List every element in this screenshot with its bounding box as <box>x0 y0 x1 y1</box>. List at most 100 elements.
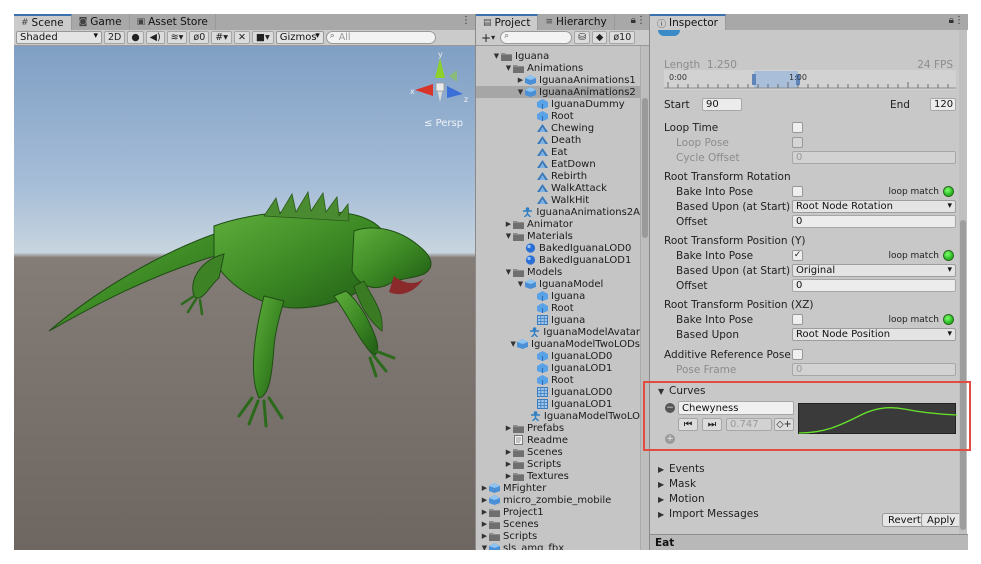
triangle-right-icon[interactable]: ▶ <box>480 484 489 492</box>
tree-item[interactable]: Iguana <box>476 290 640 302</box>
tree-item[interactable]: IguanaLOD1 <box>476 362 640 374</box>
tree-item[interactable]: Readme <box>476 434 640 446</box>
pose-frame-field[interactable]: 0 <box>792 363 956 376</box>
tree-item[interactable]: EatDown <box>476 158 640 170</box>
tree-item[interactable]: IguanaLOD0 <box>476 350 640 362</box>
triangle-right-icon[interactable]: ▶ <box>480 520 489 528</box>
tab-game[interactable]: ◙ Game <box>72 14 130 30</box>
tree-item[interactable]: BakedIguanaLOD1 <box>476 254 640 266</box>
motion-foldout[interactable]: ▶ Motion <box>658 492 705 506</box>
tree-item[interactable]: Root <box>476 302 640 314</box>
additive-pose-checkbox[interactable] <box>792 349 803 360</box>
posy-bake-checkbox[interactable]: ✓ <box>792 250 803 261</box>
grid-dropdown[interactable]: #▾ <box>211 31 232 44</box>
triangle-right-icon[interactable]: ▶ <box>504 472 513 480</box>
triangle-right-icon[interactable]: ▶ <box>516 76 525 84</box>
tree-item[interactable]: Root <box>476 110 640 122</box>
tree-item[interactable]: Iguana <box>476 314 640 326</box>
more-vertical-icon[interactable]: ⋮ <box>461 15 471 26</box>
tree-item[interactable]: IguanaDummy <box>476 98 640 110</box>
lighting-toggle[interactable]: ● <box>127 31 144 44</box>
end-frame-field[interactable]: 120 <box>930 98 956 111</box>
tree-item[interactable]: IguanaModelTwoLO <box>476 410 640 422</box>
tree-item[interactable]: Rebirth <box>476 170 640 182</box>
triangle-down-icon[interactable]: ▼ <box>504 268 513 276</box>
preview-footer[interactable]: Eat <box>650 534 968 550</box>
tree-item[interactable]: ▶ Animator <box>476 218 640 230</box>
filter-type-button[interactable]: ⛁ <box>574 31 591 44</box>
preview-handle[interactable] <box>658 30 680 36</box>
posy-based-upon-dropdown[interactable]: Original ▾ <box>792 264 956 277</box>
toggle-2d-button[interactable]: 2D <box>104 31 126 44</box>
hidden-packages-toggle[interactable]: ø 10 <box>609 31 636 44</box>
clip-timeline[interactable]: 0:00 1:00 <box>664 70 956 90</box>
scrollbar-thumb[interactable] <box>642 98 648 238</box>
project-scrollbar[interactable] <box>640 46 649 550</box>
triangle-right-icon[interactable]: ▶ <box>504 220 513 228</box>
tree-item[interactable]: ▶ Scenes <box>476 446 640 458</box>
tree-item[interactable]: Root <box>476 374 640 386</box>
scene-search-input[interactable]: All <box>325 31 436 44</box>
tree-item[interactable]: Chewing <box>476 122 640 134</box>
more-vertical-icon[interactable]: ⋮ <box>954 15 964 26</box>
loop-time-checkbox[interactable] <box>792 122 803 133</box>
tree-item[interactable]: ▼ Iguana <box>476 50 640 62</box>
iguana-model[interactable] <box>14 46 475 550</box>
tree-item[interactable]: IguanaLOD0 <box>476 386 640 398</box>
triangle-down-icon[interactable]: ▼ <box>504 64 513 72</box>
hidden-objects-toggle[interactable]: ø0 <box>189 31 210 44</box>
tab-project[interactable]: ▤ Project <box>476 14 539 30</box>
add-asset-button[interactable]: + ▾ <box>478 31 498 45</box>
triangle-right-icon[interactable]: ▶ <box>480 532 489 540</box>
start-frame-field[interactable]: 90 <box>702 98 742 111</box>
triangle-down-icon[interactable]: ▼ <box>480 544 489 550</box>
tree-item[interactable]: ▶ MFighter <box>476 482 640 494</box>
triangle-right-icon[interactable]: ▶ <box>480 508 489 516</box>
posxz-bake-checkbox[interactable] <box>792 314 803 325</box>
triangle-right-icon[interactable]: ▶ <box>504 460 513 468</box>
shading-mode-dropdown[interactable]: Shaded <box>16 31 102 44</box>
tree-item[interactable]: ▶ Prefabs <box>476 422 640 434</box>
apply-button[interactable]: Apply <box>921 513 962 527</box>
more-vertical-icon[interactable]: ⋮ <box>636 15 646 26</box>
tree-item[interactable]: IguanaModelAvatar <box>476 326 640 338</box>
tree-item[interactable]: ▼ Models <box>476 266 640 278</box>
scrollbar-thumb[interactable] <box>960 220 966 530</box>
tree-item[interactable]: IguanaLOD1 <box>476 398 640 410</box>
audio-toggle[interactable]: ◀) <box>145 31 165 44</box>
gizmos-dropdown[interactable]: Gizmos <box>275 31 324 44</box>
events-foldout[interactable]: ▶ Events <box>658 462 705 476</box>
tree-item[interactable]: ▶ Scripts <box>476 530 640 542</box>
tab-hierarchy[interactable]: ≡ Hierarchy <box>538 14 615 30</box>
tree-item[interactable]: ▼ Materials <box>476 230 640 242</box>
posxz-based-upon-dropdown[interactable]: Root Node Position ▾ <box>792 328 956 341</box>
view-projection-label[interactable]: ≤ Persp <box>424 118 463 129</box>
tab-inspector[interactable]: ⓘ Inspector <box>650 14 726 30</box>
tab-scene[interactable]: # Scene <box>14 14 72 30</box>
tree-item[interactable]: ▶ IguanaAnimations1 <box>476 74 640 86</box>
triangle-down-icon[interactable]: ▼ <box>516 88 525 96</box>
tree-item[interactable]: ▼ IguanaAnimations2 <box>476 86 640 98</box>
loop-pose-checkbox[interactable] <box>792 137 803 148</box>
triangle-down-icon[interactable]: ▼ <box>492 52 501 60</box>
tree-item[interactable]: ▼ IguanaModel <box>476 278 640 290</box>
triangle-down-icon[interactable]: ▼ <box>504 232 513 240</box>
tree-item[interactable]: ▼ IguanaModelTwoLODs <box>476 338 640 350</box>
tree-item[interactable]: ▼ sls_amg_fbx <box>476 542 640 550</box>
tree-item[interactable]: WalkHit <box>476 194 640 206</box>
rot-offset-field[interactable]: 0 <box>792 215 956 228</box>
mask-foldout[interactable]: ▶ Mask <box>658 477 696 491</box>
inspector-scrollbar[interactable] <box>959 30 967 534</box>
tree-item[interactable]: IguanaAnimations2A <box>476 206 640 218</box>
tree-item[interactable]: ▶ Scenes <box>476 518 640 530</box>
tree-item[interactable]: Eat <box>476 146 640 158</box>
tree-item[interactable]: ▶ micro_zombie_mobile <box>476 494 640 506</box>
orientation-gizmo[interactable]: y x z <box>409 50 471 120</box>
triangle-right-icon[interactable]: ▶ <box>504 448 513 456</box>
project-search-input[interactable] <box>500 31 573 44</box>
tab-asset-store[interactable]: ▣ Asset Store <box>130 14 216 30</box>
posy-offset-field[interactable]: 0 <box>792 279 956 292</box>
tree-item[interactable]: ▶ Textures <box>476 470 640 482</box>
triangle-down-icon[interactable]: ▼ <box>509 340 517 348</box>
cycle-offset-field[interactable]: 0 <box>792 151 956 164</box>
